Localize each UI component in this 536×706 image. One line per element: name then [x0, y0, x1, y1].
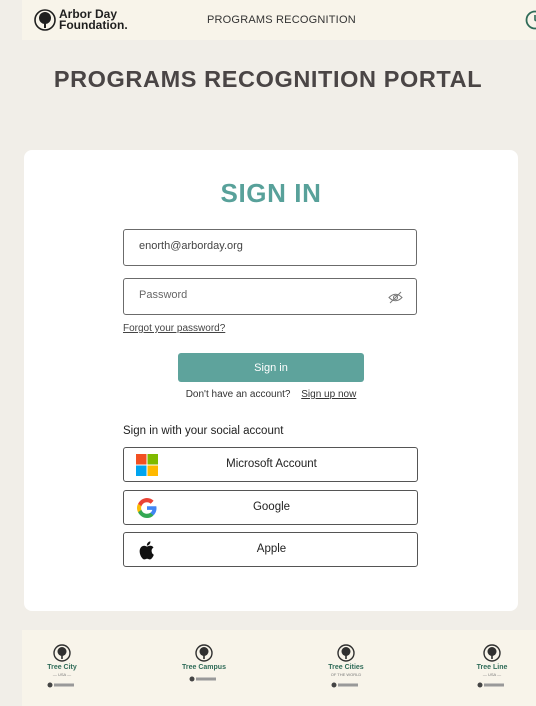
- tree-cities-sub: OF THE WORLD: [330, 672, 362, 677]
- tree-city-usa-logo[interactable]: Tree City — USA —: [22, 644, 102, 688]
- apple-button[interactable]: Apple: [123, 532, 418, 567]
- arbor-day-logo[interactable]: Arbor Day Foundation.: [34, 8, 128, 32]
- google-button[interactable]: Google: [123, 490, 418, 525]
- tree-icon: [195, 644, 213, 662]
- tree-line-name: Tree Line: [476, 664, 508, 671]
- forgot-password-link[interactable]: Forgot your password?: [123, 323, 225, 334]
- nav-programs-recognition[interactable]: PROGRAMS RECOGNITION: [207, 14, 356, 26]
- tree-line-usa-logo[interactable]: Tree Line — USA —: [452, 644, 532, 688]
- google-label: Google: [252, 501, 291, 513]
- footer: Tree City — USA — Tree Campus Tree Citie…: [22, 630, 536, 706]
- tree-campus-logo[interactable]: Tree Campus: [164, 644, 244, 682]
- tree-icon: [53, 644, 71, 662]
- no-account-text: Don't have an account?: [185, 389, 291, 400]
- top-nav: Arbor Day Foundation. PROGRAMS RECOGNITI…: [22, 0, 536, 40]
- signin-card: SIGN IN Forgot your password? Sign in Do…: [24, 150, 518, 611]
- arbor-day-mini-logo-icon: [331, 682, 358, 688]
- page-title: PROGRAMS RECOGNITION PORTAL: [53, 66, 483, 92]
- email-input[interactable]: [139, 240, 379, 252]
- email-field[interactable]: [123, 229, 417, 266]
- tree-logo-icon: [34, 9, 56, 31]
- microsoft-account-label: Microsoft Account: [226, 458, 317, 470]
- microsoft-account-button[interactable]: Microsoft Account: [123, 447, 418, 482]
- social-heading: Sign in with your social account: [123, 425, 284, 437]
- logo-text: Arbor Day Foundation.: [59, 8, 128, 32]
- tree-icon: [483, 644, 501, 662]
- tree-cities-of-the-world-logo[interactable]: Tree Cities OF THE WORLD: [306, 644, 386, 688]
- tree-line-sub: — USA —: [482, 672, 502, 677]
- tree-campus-name: Tree Campus: [182, 664, 226, 671]
- user-circle-icon[interactable]: [525, 10, 536, 30]
- arbor-day-mini-logo-icon: [47, 682, 74, 688]
- tree-city-name: Tree City: [47, 664, 77, 671]
- password-field[interactable]: [123, 278, 417, 315]
- sign-up-link[interactable]: Sign up now: [301, 389, 356, 400]
- password-input[interactable]: [139, 289, 379, 301]
- arbor-day-mini-logo-icon: [189, 676, 216, 682]
- signin-heading: SIGN IN: [220, 178, 322, 208]
- arbor-day-mini-logo-icon: [477, 682, 504, 688]
- signup-row: Don't have an account? Sign up now: [24, 389, 518, 400]
- logo-line-2: Foundation.: [59, 18, 128, 32]
- tree-city-sub: — USA —: [52, 672, 72, 677]
- tree-icon: [337, 644, 355, 662]
- sign-in-button[interactable]: Sign in: [178, 353, 364, 382]
- tree-cities-name: Tree Cities: [328, 664, 364, 671]
- eye-slash-icon[interactable]: [388, 290, 403, 305]
- apple-label: Apple: [256, 543, 287, 555]
